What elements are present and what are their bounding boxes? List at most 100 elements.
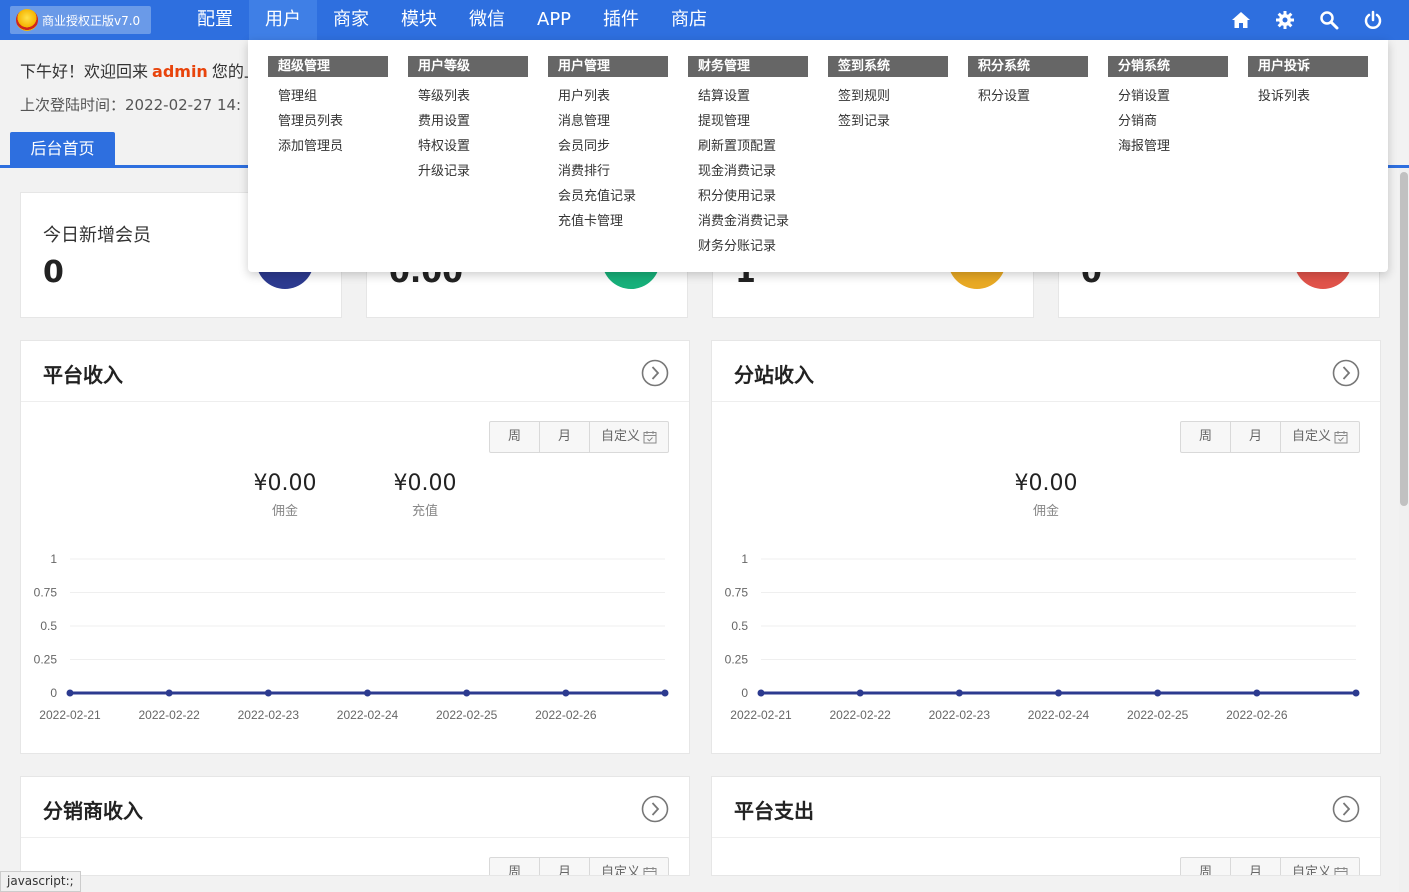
menu-group-user-level: 用户等级 等级列表 费用设置 特权设置 升级记录 [408,56,528,184]
menu-item[interactable]: 等级列表 [408,84,528,109]
nav-item-config[interactable]: 配置 [181,0,249,40]
menu-item[interactable]: 特权设置 [408,134,528,159]
menu-item[interactable]: 费用设置 [408,109,528,134]
chevron-right-icon[interactable] [641,795,669,823]
panel-distributor-income: 分销商收入 周 月 自定义 [20,776,690,876]
menu-item[interactable]: 消息管理 [548,109,668,134]
x-tick-label: 2022-02-21 [730,708,792,722]
x-tick-label: 2022-02-24 [337,708,399,722]
nav-item-store[interactable]: 商店 [655,0,723,40]
period-custom-button[interactable]: 自定义 [590,422,668,452]
nav-item-app[interactable]: APP [521,0,587,40]
x-tick-label: 2022-02-24 [1028,708,1090,722]
menu-item[interactable]: 积分使用记录 [688,184,808,209]
summary-value: ¥0.00 [1014,471,1078,496]
x-tick-label: 2022-02-25 [1127,708,1189,722]
panel-title: 分销商收入 [43,799,143,823]
calendar-icon [1334,867,1348,875]
search-icon[interactable] [1307,0,1351,40]
last-login-time: 上次登陆时间：2022-02-27 14: [20,96,242,114]
menu-group-title: 超级管理 [268,56,388,77]
summary-label: 佣金 [271,504,298,519]
data-point [757,689,765,697]
menu-item[interactable]: 海报管理 [1108,134,1228,159]
nav-item-module[interactable]: 模块 [385,0,453,40]
chevron-right-icon[interactable] [1332,359,1360,387]
menu-item[interactable]: 用户列表 [548,84,668,109]
menu-item[interactable]: 投诉列表 [1248,84,1368,109]
gear-icon[interactable] [1263,0,1307,40]
period-month-button[interactable]: 月 [1231,858,1281,875]
menu-group-title: 财务管理 [688,56,808,77]
menu-item[interactable]: 消费排行 [548,159,668,184]
menu-item[interactable]: 会员充值记录 [548,184,668,209]
tab-home[interactable]: 后台首页 [10,132,115,166]
period-custom-button[interactable]: 自定义 [1281,858,1359,875]
calendar-icon [1334,431,1348,444]
period-week-button[interactable]: 周 [490,858,540,875]
period-month-button[interactable]: 月 [540,858,590,875]
period-custom-button[interactable]: 自定义 [1281,422,1359,452]
menu-item[interactable]: 结算设置 [688,84,808,109]
period-month-button[interactable]: 月 [540,422,590,452]
menu-item[interactable]: 添加管理员 [268,134,388,159]
nav-item-merchant[interactable]: 商家 [317,0,385,40]
y-tick-label: 1 [50,552,57,566]
nav-item-wechat[interactable]: 微信 [453,0,521,40]
menu-item[interactable]: 分销商 [1108,109,1228,134]
menu-item[interactable]: 管理组 [268,84,388,109]
menu-group-title: 签到系统 [828,56,948,77]
menu-item[interactable]: 管理员列表 [268,109,388,134]
welcome-message: 下午好！欢迎回来 admin 您的上 [20,58,260,82]
period-custom-label: 自定义 [600,429,640,444]
panel-header: 平台支出 [712,777,1380,838]
period-month-button[interactable]: 月 [1231,422,1281,452]
data-point [1055,689,1062,697]
page-scrollbar-thumb[interactable] [1400,172,1408,506]
menu-item[interactable]: 签到规则 [828,84,948,109]
menu-item[interactable]: 提现管理 [688,109,808,134]
menu-item[interactable]: 财务分账记录 [688,234,808,259]
nav-item-user[interactable]: 用户 [249,0,317,40]
chevron-right-icon[interactable] [641,359,669,387]
menu-item[interactable]: 消费金消费记录 [688,209,808,234]
data-point [165,689,173,697]
menu-item[interactable]: 充值卡管理 [548,209,668,234]
summary-label: 充值 [411,504,438,519]
menu-item[interactable]: 现金消费记录 [688,159,808,184]
summary-value: ¥0.00 [253,471,317,496]
home-icon[interactable] [1219,0,1263,40]
menu-item[interactable]: 分销设置 [1108,84,1228,109]
stat-value: 0 [43,255,64,290]
panel-title: 分站收入 [734,363,814,387]
summary-label: 佣金 [1032,504,1059,519]
chevron-right-icon[interactable] [1332,795,1360,823]
menu-item[interactable]: 升级记录 [408,159,528,184]
period-selector: 周 月 自定义 [1180,857,1360,875]
logo-badge-icon [16,9,38,31]
calendar-icon [643,431,657,444]
menu-item[interactable]: 刷新置顶配置 [688,134,808,159]
browser-status-bar: javascript:; [0,871,81,892]
power-icon[interactable] [1351,0,1395,40]
nav-item-plugin[interactable]: 插件 [587,0,655,40]
y-tick-label: 0.5 [731,619,748,633]
summary-value: ¥0.00 [393,471,457,496]
period-custom-button[interactable]: 自定义 [590,858,668,875]
menu-item[interactable]: 签到记录 [828,109,948,134]
y-tick-label: 0.5 [40,619,57,633]
period-week-button[interactable]: 周 [490,422,540,452]
period-week-button[interactable]: 周 [1181,858,1231,875]
platform-income-chart: 0 0.25 0.5 0.75 1 2022-02-21 2022-02-22 2022-02… [34,552,669,722]
logo[interactable]: 商业授权正版v7.0 [10,6,151,34]
menu-group-title: 积分系统 [968,56,1088,77]
menu-item[interactable]: 积分设置 [968,84,1088,109]
x-tick-label: 2022-02-23 [238,708,300,722]
menu-item[interactable]: 会员同步 [548,134,668,159]
x-tick-label: 2022-02-23 [929,708,991,722]
nav-icons [1219,0,1395,40]
data-point [364,689,371,697]
panel-substation-income: 分站收入 周 月 自定义 ¥0.00 佣金 0 0.25 0.5 0.75 1 2022-… [711,340,1381,754]
menu-group-checkin: 签到系统 签到规则 签到记录 [828,56,948,134]
period-week-button[interactable]: 周 [1181,422,1231,452]
